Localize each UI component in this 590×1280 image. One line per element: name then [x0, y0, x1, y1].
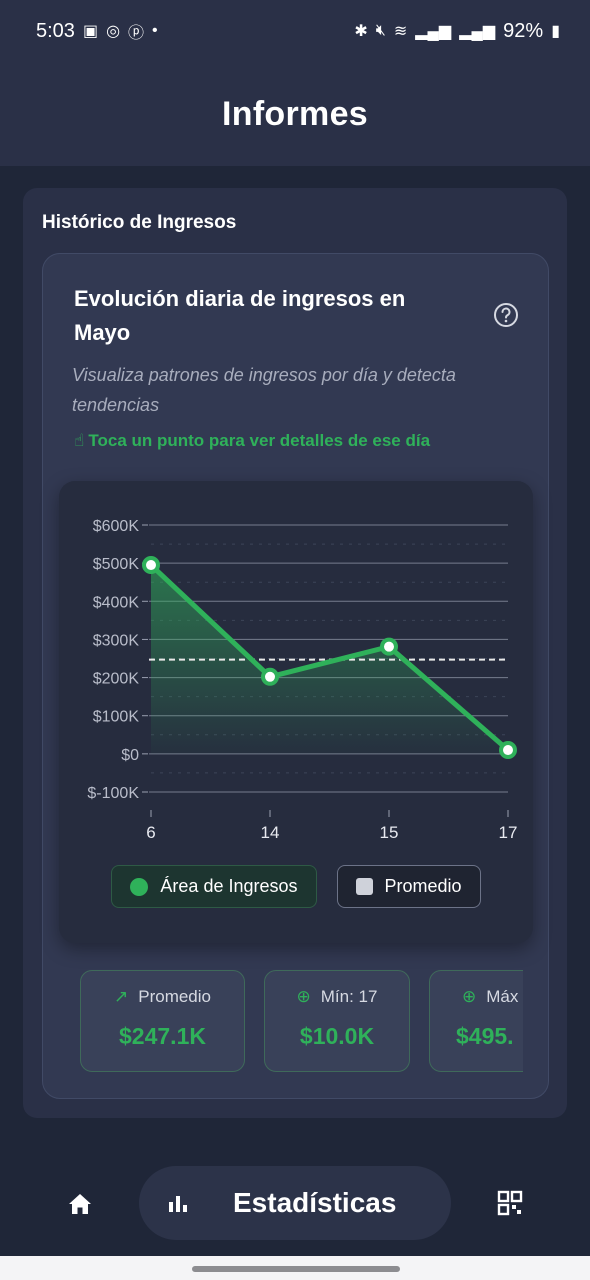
home-icon[interactable]	[66, 1190, 94, 1218]
gallery-notification-icon: ▣	[82, 23, 99, 40]
y-tick-label: $100K	[93, 709, 140, 726]
signal-2-icon: ▂▄▆	[459, 23, 496, 40]
signal-icon: ▂▄▆	[415, 23, 452, 40]
mute-icon: 🔇︎	[375, 22, 386, 39]
app-header: Informes	[0, 62, 590, 166]
income-chart-card: Evolución diaria de ingresos en Mayo Vis…	[42, 253, 549, 1099]
dashboard-grid-icon[interactable]	[497, 1190, 523, 1216]
legend-average-label: Promedio	[384, 876, 462, 896]
legend-income-label: Área de Ingresos	[160, 876, 298, 896]
stat-max-label: Máx	[486, 987, 519, 1006]
y-tick-label: $0	[121, 747, 139, 764]
stat-average-label-row: ↗ Promedio	[81, 987, 244, 1007]
wifi-icon: ≋	[393, 23, 408, 40]
stats-row[interactable]: ↗ Promedio $247.1K ⊕ Mín: 17 $10.0K ⊕ Má…	[80, 970, 523, 1074]
y-tick-label: $300K	[93, 632, 140, 649]
y-tick-label: $200K	[93, 671, 140, 688]
stat-min-label-row: ⊕ Mín: 17	[265, 987, 409, 1007]
stat-average-value: $247.1K	[119, 1023, 206, 1049]
y-tick-label: $-100K	[87, 785, 139, 802]
stat-max-value: $495.	[456, 1023, 514, 1049]
income-chart: $600K $500K $400K $300K $200K $100K $0 $-100K 6 1…	[87, 518, 518, 842]
income-point-15[interactable]	[380, 637, 398, 656]
stat-max-label-row: ⊕ Máx	[430, 987, 523, 1007]
arrow-down-circle-icon: ⊕	[296, 987, 311, 1006]
touch-icon: ☝	[74, 431, 85, 450]
help-icon[interactable]	[492, 301, 520, 329]
stat-card-min[interactable]: ⊕ Mín: 17 $10.0K	[264, 970, 410, 1072]
pinterest-notification-icon: ⓟ	[128, 25, 145, 42]
bottom-nav: Estadísticas	[0, 1160, 590, 1250]
gesture-handle[interactable]	[192, 1266, 400, 1272]
stat-min-label: Mín: 17	[320, 987, 378, 1006]
gesture-bar	[0, 1256, 590, 1280]
chart-hint: ☝ Toca un punto para ver detalles de ese…	[74, 429, 430, 453]
status-bar: 5:03 ▣ ◎ ⓟ • ✱ 🔇︎ ≋ ▂▄▆ ▂▄▆ 92% ▮	[0, 0, 590, 62]
chart-subtitle: Visualiza patrones de ingresos por día y…	[72, 365, 456, 415]
page-title: Informes	[222, 94, 368, 133]
nav-statistics-label: Estadísticas	[233, 1187, 397, 1218]
x-tick-label: 6	[146, 823, 155, 842]
trend-up-icon: ↗	[113, 987, 129, 1006]
chart-hint-text: Toca un punto para ver detalles de ese d…	[88, 431, 431, 450]
chart-legend: Área de Ingresos Promedio	[59, 865, 533, 908]
y-tick-label: $600K	[93, 518, 140, 535]
income-point-6[interactable]	[142, 556, 160, 575]
section-title: Histórico de Ingresos	[42, 212, 237, 233]
nav-statistics-tab[interactable]: Estadísticas	[139, 1166, 451, 1240]
y-tick-label: $500K	[93, 556, 140, 573]
stat-card-average[interactable]: ↗ Promedio $247.1K	[80, 970, 245, 1072]
x-tick-label: 17	[499, 823, 518, 842]
x-tick-label: 14	[261, 823, 280, 842]
stat-average-label: Promedio	[138, 987, 211, 1006]
legend-average-swatch	[355, 878, 373, 895]
instagram-notification-icon: ◎	[106, 23, 121, 40]
chart-title: Evolución diaria de ingresos en Mayo	[74, 286, 406, 345]
legend-average-toggle[interactable]: Promedio	[336, 865, 481, 908]
legend-income-toggle[interactable]: Área de Ingresos	[111, 865, 317, 908]
y-tick-label: $400K	[93, 594, 140, 611]
status-right: ✱ 🔇︎ ≋ ▂▄▆ ▂▄▆ 92% ▮	[354, 20, 560, 43]
stat-min-value: $10.0K	[299, 1023, 375, 1049]
more-notifications-dot-icon: •	[152, 22, 158, 39]
status-left: 5:03 ▣ ◎ ⓟ •	[36, 19, 158, 43]
x-tick-label: 15	[380, 823, 399, 842]
income-history-section: Histórico de Ingresos Evolución diaria d…	[23, 188, 567, 1118]
status-time: 5:03	[36, 19, 75, 42]
legend-income-swatch	[130, 877, 149, 896]
chart-plot-area: $600K $500K $400K $300K $200K $100K $0 $-100K 6 1…	[59, 481, 533, 943]
stat-card-max[interactable]: ⊕ Máx $495.	[429, 970, 523, 1072]
arrow-up-circle-icon: ⊕	[462, 987, 477, 1006]
income-point-14[interactable]	[261, 667, 279, 686]
bluetooth-icon: ✱	[354, 23, 368, 40]
battery-percent: 92%	[503, 19, 544, 42]
battery-icon: ▮	[551, 23, 560, 40]
bar-chart-icon	[169, 1196, 187, 1212]
income-point-17[interactable]	[499, 741, 517, 760]
